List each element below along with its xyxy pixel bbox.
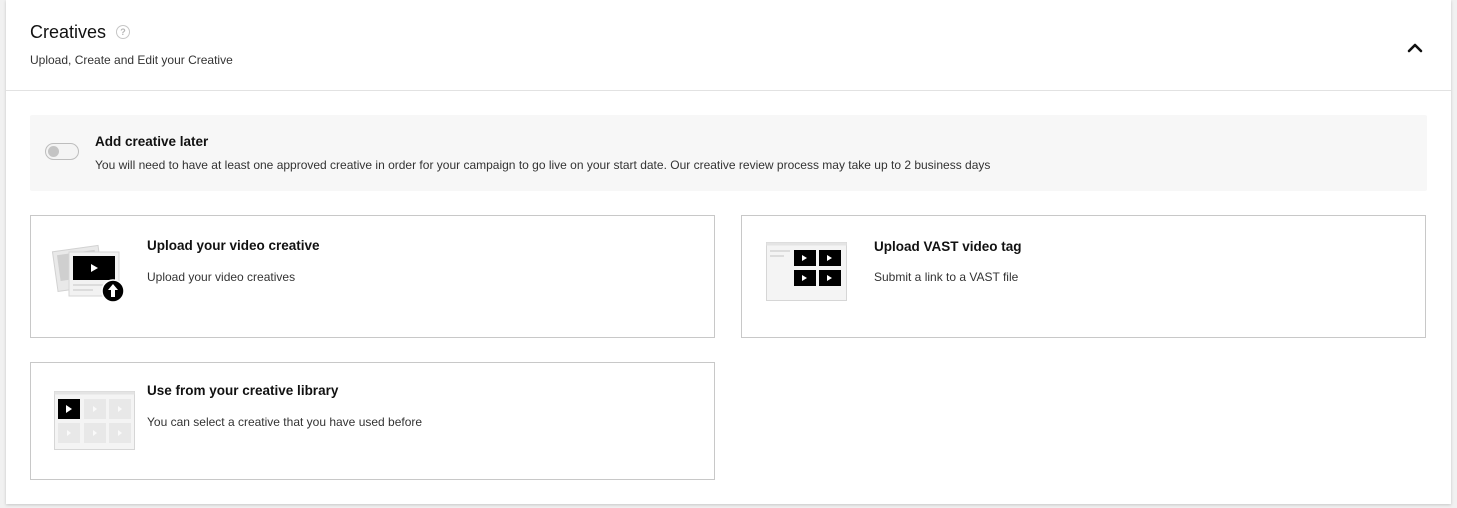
toggle-knob — [48, 146, 59, 157]
creatives-panel: Creatives ? Upload, Create and Edit your… — [6, 0, 1451, 504]
panel-header[interactable]: Creatives ? Upload, Create and Edit your… — [6, 0, 1451, 91]
add-creative-later-title: Add creative later — [95, 134, 209, 149]
add-creative-later-description: You will need to have at least one appro… — [95, 158, 991, 172]
collapse-button[interactable] — [1402, 34, 1428, 60]
add-creative-later-notice: Add creative later You will need to have… — [30, 115, 1427, 191]
section-subtitle: Upload, Create and Edit your Creative — [30, 53, 233, 67]
upload-video-illustration — [51, 238, 131, 313]
creative-library-description: You can select a creative that you have … — [147, 415, 423, 429]
upload-vast-video-tag-description: Submit a link to a VAST file — [874, 270, 1019, 284]
section-title: Creatives — [30, 22, 107, 42]
creative-library-illustration — [54, 391, 136, 458]
upload-video-creative-title: Upload your video creative — [147, 238, 320, 253]
add-creative-later-toggle[interactable] — [45, 143, 79, 160]
upload-vast-video-tag-card[interactable]: Upload VAST video tag Submit a link to a… — [741, 215, 1426, 338]
chevron-up-icon — [1407, 43, 1423, 53]
upload-vast-video-tag-title: Upload VAST video tag — [874, 239, 1022, 254]
upload-video-creative-description: Upload your video creatives — [147, 270, 296, 284]
help-icon[interactable]: ? — [116, 25, 130, 39]
vast-tag-illustration — [766, 242, 848, 309]
upload-video-creative-card[interactable]: Upload your video creative Upload your v… — [30, 215, 715, 338]
creative-library-title: Use from your creative library — [147, 383, 339, 398]
creative-library-card[interactable]: Use from your creative library You can s… — [30, 362, 715, 480]
